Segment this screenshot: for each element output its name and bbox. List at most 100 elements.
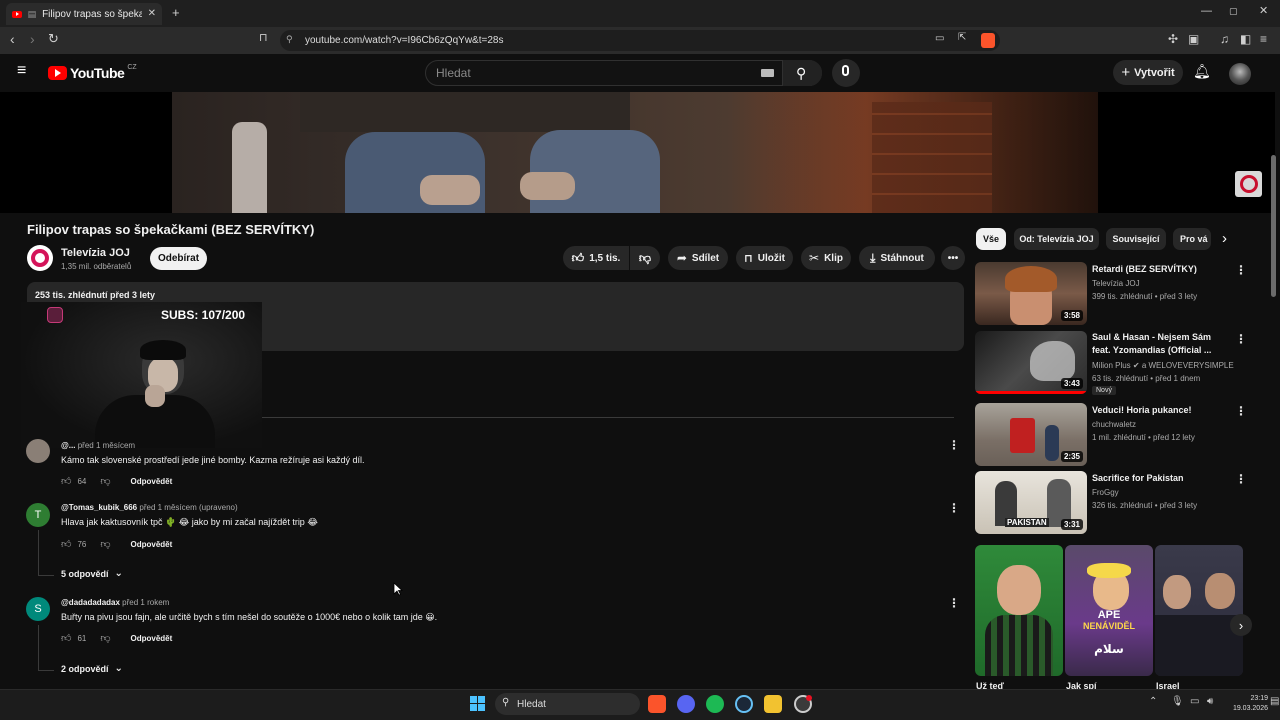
reload-icon[interactable]: ↻ <box>48 32 59 45</box>
comment-dislike-icon[interactable]: 👎︎ <box>100 538 110 550</box>
network-icon[interactable]: ▭ <box>1190 697 1199 707</box>
youtube-logo[interactable]: YouTube CZ <box>48 64 137 81</box>
share-icon[interactable]: ⇱ <box>958 33 966 43</box>
view-replies-button[interactable]: 2 odpovědí ⌄ <box>61 663 123 674</box>
forward-icon[interactable]: › <box>30 32 35 46</box>
dislike-button[interactable]: 👎︎ <box>630 246 660 270</box>
clip-button[interactable]: ✂ Klip <box>801 246 851 270</box>
wallet-icon[interactable]: ▣ <box>1188 33 1199 45</box>
comment-author[interactable]: @dadadadadax před 1 rokem <box>61 598 169 607</box>
back-icon[interactable]: ‹ <box>10 32 15 46</box>
cast-icon[interactable]: ▭ <box>935 34 944 44</box>
comment-menu-icon[interactable]: ⋮ <box>948 438 960 452</box>
comment-dislike-icon[interactable]: 👎︎ <box>100 475 110 487</box>
reply-button[interactable]: Odpovědět <box>131 540 173 549</box>
chevron-up-icon[interactable]: ⌃ <box>1149 697 1157 707</box>
system-clock[interactable]: 23:19 19.03.2026 <box>1226 694 1268 714</box>
short-thumbnail[interactable]: APE NENÁVIDĚL سلام <box>1065 545 1153 676</box>
brave-browser-icon[interactable] <box>648 695 666 713</box>
bookmark-icon[interactable]: ⊓ <box>259 33 268 44</box>
sidebar-video-title[interactable]: Retardi (BEZ SERVÍTKY) <box>1092 263 1222 276</box>
chip-related[interactable]: Související <box>1106 228 1166 250</box>
video-menu-icon[interactable]: ⋮ <box>1235 332 1247 346</box>
more-actions-button[interactable]: ••• <box>941 246 965 270</box>
sidebar-video-title[interactable]: Veduci! Horia pukance! <box>1092 404 1222 417</box>
create-button[interactable]: + Vytvořit <box>1113 60 1183 85</box>
discord-icon[interactable] <box>677 695 695 713</box>
comment-menu-icon[interactable]: ⋮ <box>948 596 960 610</box>
brave-shields-icon[interactable] <box>981 33 995 48</box>
file-explorer-icon[interactable] <box>764 695 782 713</box>
site-info-icon[interactable]: ⚲ <box>286 34 293 45</box>
maximize-icon[interactable]: ▢ <box>1229 7 1238 16</box>
video-thumbnail[interactable]: 2:35 <box>975 403 1087 466</box>
browser-tab[interactable]: ▤ Filipov trapas so špekačkami ✕ <box>6 3 162 25</box>
short-thumbnail[interactable] <box>975 545 1063 676</box>
voice-search-button[interactable] <box>832 59 860 87</box>
taskbar-search[interactable]: ⚲ Hledat <box>495 693 640 715</box>
chips-next-chevron-icon[interactable]: › <box>1222 231 1227 246</box>
chip-all[interactable]: Vše <box>976 228 1006 250</box>
keyboard-icon[interactable] <box>761 69 774 77</box>
video-menu-icon[interactable]: ⋮ <box>1235 472 1247 486</box>
menu-icon[interactable]: ≡ <box>1260 33 1267 45</box>
subscriber-count: 1,35 mil. odběratelů <box>61 262 132 271</box>
close-window-icon[interactable]: ✕ <box>1259 6 1268 17</box>
video-thumbnail[interactable]: 3:58 <box>975 262 1087 325</box>
sidebar-video-channel[interactable]: FroGgy <box>1092 486 1119 499</box>
subscribe-button[interactable]: Odebírat <box>150 247 207 270</box>
windows-start-icon[interactable] <box>470 696 485 711</box>
reply-button[interactable]: Odpovědět <box>131 634 173 643</box>
sidebar-video-title[interactable]: Sacrifice for Pakistan <box>1092 472 1222 485</box>
sidebar-toggle-icon[interactable]: ◧ <box>1240 33 1251 45</box>
notifications-bell-icon[interactable]: 🔔︎ <box>1193 64 1211 78</box>
video-menu-icon[interactable]: ⋮ <box>1235 263 1247 277</box>
plus-icon: + <box>1121 64 1131 81</box>
like-button[interactable]: 👍︎ 1,5 tis. <box>563 246 629 270</box>
video-thumbnail[interactable]: PAKISTAN 3:31 <box>975 471 1087 534</box>
view-replies-button[interactable]: 5 odpovědí ⌄ <box>61 568 123 579</box>
hamburger-menu-icon[interactable]: ≡ <box>17 63 26 79</box>
shorts-next-button[interactable]: › <box>1230 614 1252 636</box>
channel-avatar[interactable] <box>27 245 53 271</box>
url-field[interactable]: ⚲ youtube.com/watch?v=I96Cb6zQqYw&t=28s <box>280 30 1000 51</box>
sidebar-video-channel[interactable]: chuchwaletz <box>1092 418 1136 431</box>
spotify-icon[interactable] <box>706 695 724 713</box>
comment-author[interactable]: @Tomas_kubik_666 před 1 měsícem (upraven… <box>61 503 238 512</box>
notifications-tray-icon[interactable]: ▤ <box>1270 697 1279 707</box>
comment-like-icon[interactable]: 👍︎ <box>61 475 71 487</box>
sidebar-video-channel[interactable]: Televízia JOJ <box>1092 277 1140 290</box>
close-tab-icon[interactable]: ✕ <box>148 9 156 19</box>
comment-dislike-icon[interactable]: 👎︎ <box>100 632 110 644</box>
video-thumbnail[interactable]: 3:43 <box>975 331 1087 394</box>
microphone-tray-icon[interactable]: 🎙︎ <box>1171 697 1184 707</box>
new-tab-icon[interactable]: + <box>172 6 180 19</box>
channel-name[interactable]: Televízia JOJ <box>61 247 130 259</box>
comment-author[interactable]: @... před 1 měsícem <box>61 441 135 450</box>
save-button[interactable]: ⊓ Uložit <box>736 246 793 270</box>
download-button[interactable]: ⤓ Stáhnout <box>859 246 935 270</box>
minimize-icon[interactable]: — <box>1201 6 1212 17</box>
volume-icon[interactable]: 🔊︎ <box>1207 697 1213 707</box>
page-scrollbar[interactable] <box>1271 155 1276 297</box>
media-icon[interactable]: ♫ <box>1220 33 1229 45</box>
video-menu-icon[interactable]: ⋮ <box>1235 404 1247 418</box>
steam-icon[interactable] <box>735 695 753 713</box>
comment-like-icon[interactable]: 👍︎ <box>61 538 71 550</box>
comment-avatar[interactable]: S <box>26 597 50 621</box>
search-button[interactable]: ⚲ <box>782 60 822 86</box>
comment-menu-icon[interactable]: ⋮ <box>948 501 960 515</box>
comment-avatar[interactable] <box>26 439 50 463</box>
short-thumbnail[interactable] <box>1155 545 1243 676</box>
comment-like-icon[interactable]: 👍︎ <box>61 632 71 644</box>
comment-avatar[interactable]: T <box>26 503 50 527</box>
chip-for-you[interactable]: Pro vá <box>1173 228 1211 250</box>
extensions-icon[interactable]: ✣ <box>1168 33 1178 45</box>
chip-from-channel[interactable]: Od: Televízia JOJ <box>1014 228 1099 250</box>
sidebar-video-channel[interactable]: Milion Plus ✔ a WELOVEVERYSIMPLE <box>1092 359 1234 372</box>
share-button[interactable]: ➦ Sdílet <box>668 246 728 270</box>
account-avatar[interactable] <box>1229 63 1251 85</box>
sidebar-video-title[interactable]: Saul & Hasan - Nejsem Sám feat. Yzomandi… <box>1092 331 1222 357</box>
reply-button[interactable]: Odpovědět <box>131 477 173 486</box>
search-input[interactable]: Hledat <box>425 60 822 86</box>
